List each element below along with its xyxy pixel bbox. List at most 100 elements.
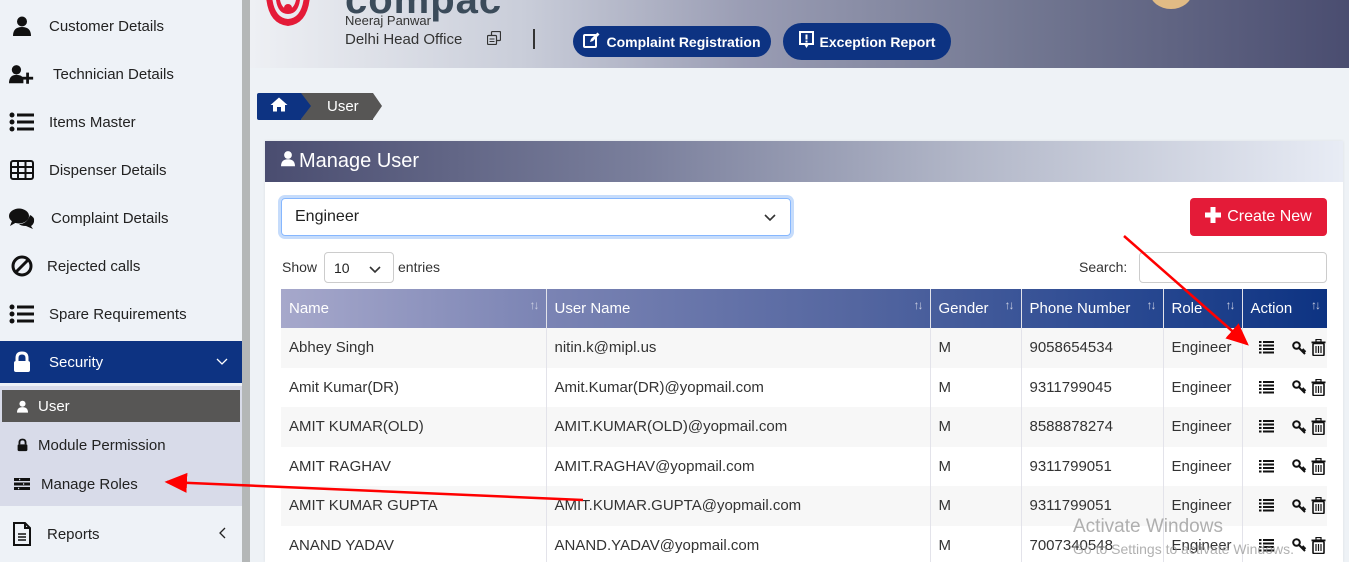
trash-icon[interactable]: [1311, 457, 1326, 475]
sort-icon: ↑↓: [1146, 298, 1157, 312]
lock-icon: [9, 351, 35, 373]
cell-gender: M: [930, 407, 1022, 447]
key-icon[interactable]: [1291, 340, 1307, 355]
cell-username: AMIT.KUMAR.GUPTA@yopmail.com: [546, 486, 931, 526]
trash-icon[interactable]: [1311, 418, 1326, 436]
submenu-item-module-permission[interactable]: Module Permission: [2, 429, 240, 461]
key-icon[interactable]: [1291, 459, 1307, 473]
sidebar-item-rejected-calls[interactable]: Rejected calls: [0, 242, 242, 290]
submenu-item-manage-roles[interactable]: Manage Roles: [2, 468, 240, 500]
key-icon[interactable]: [1291, 498, 1307, 513]
trash-icon[interactable]: [1311, 339, 1326, 357]
cell-name: Amit Kumar(DR): [281, 367, 547, 407]
trash-icon[interactable]: [1311, 378, 1326, 396]
table-row: Abhey Singh nitin.k@mipl.us M 9058654534 Eng…: [281, 328, 1327, 368]
avatar[interactable]: [1150, 0, 1192, 9]
list-icon[interactable]: [1258, 380, 1274, 394]
sidebar-item-customer-details[interactable]: Customer Details: [0, 2, 242, 50]
cell-role: Engineer: [1163, 328, 1243, 368]
sort-icon: ↑↓: [1004, 298, 1015, 312]
sidebar-item-label: Spare Requirements: [49, 305, 187, 323]
sidebar-item-items-master[interactable]: Items Master: [0, 98, 242, 146]
user-icon: [9, 16, 35, 36]
sidebar-item-label: Items Master: [49, 113, 136, 131]
breadcrumb-current: User: [301, 93, 382, 120]
create-new-button[interactable]: Create New: [1190, 198, 1327, 236]
ban-icon: [9, 255, 35, 277]
cell-actions: [1242, 368, 1327, 408]
user-icon: [14, 400, 30, 413]
cell-gender: M: [930, 446, 1022, 486]
security-submenu: User Module Permission Manage Roles: [0, 386, 242, 506]
column-header-action[interactable]: Action ↑↓: [1242, 289, 1327, 328]
chevron-down-icon: [216, 355, 228, 369]
cell-username: ANAND.YADAV@yopmail.com: [546, 525, 931, 562]
manage-user-card: Manage User Engineer Create New Show 10 …: [265, 141, 1343, 562]
trash-icon[interactable]: [1311, 497, 1326, 515]
cell-actions: [1242, 328, 1327, 368]
list-icon[interactable]: [1258, 341, 1274, 354]
page-title: Manage User: [299, 150, 420, 172]
entries-label: entries: [398, 259, 441, 275]
list-icon: [9, 304, 35, 324]
page-length-select[interactable]: 10: [324, 252, 394, 283]
sidebar-item-reports[interactable]: Reports: [0, 510, 242, 558]
exception-report-button[interactable]: Exception Report: [783, 23, 951, 60]
submenu-item-user[interactable]: User: [2, 390, 240, 422]
sidebar: Customer Details Technician Details Item…: [0, 0, 242, 562]
key-icon[interactable]: [1291, 380, 1307, 394]
cell-username: AMIT.KUMAR(OLD)@yopmail.com: [546, 407, 931, 447]
column-header-name[interactable]: Name ↑↓: [281, 289, 547, 328]
list-icon[interactable]: [1258, 459, 1274, 473]
user-icon: [281, 150, 295, 173]
cell-phone: 9311799051: [1021, 446, 1164, 486]
column-header-gender[interactable]: Gender ↑↓: [930, 289, 1022, 328]
lock-icon: [14, 438, 30, 452]
table-icon: [9, 160, 35, 180]
home-icon: [270, 97, 288, 117]
sidebar-item-label: Complaint Details: [51, 209, 169, 227]
sidebar-item-label: Reports: [47, 525, 100, 543]
sidebar-item-label: Customer Details: [49, 17, 165, 35]
file-icon: [9, 522, 35, 546]
trash-icon[interactable]: [1311, 536, 1326, 554]
column-header-role[interactable]: Role ↑↓: [1163, 289, 1243, 328]
sidebar-item-spare-requirements[interactable]: Spare Requirements: [0, 290, 242, 338]
cell-phone: 8588878274: [1021, 407, 1164, 447]
switch-office-icon[interactable]: [487, 31, 501, 45]
search-input[interactable]: [1139, 252, 1327, 283]
key-icon[interactable]: [1291, 419, 1307, 434]
cell-name: ANAND YADAV: [281, 525, 547, 562]
cell-username: Amit.Kumar(DR)@yopmail.com: [546, 367, 931, 407]
list-icon[interactable]: [1258, 420, 1274, 433]
column-header-username[interactable]: User Name ↑↓: [546, 289, 931, 328]
complaint-registration-button[interactable]: Complaint Registration: [573, 26, 771, 57]
card-header: Manage User: [265, 141, 1343, 182]
comments-icon: [9, 207, 35, 229]
column-header-phone[interactable]: Phone Number ↑↓: [1021, 289, 1164, 328]
sort-icon: ↑↓: [913, 298, 924, 312]
user-name: Neeraj Panwar: [345, 13, 431, 28]
top-header: compac Neeraj Panwar Delhi Head Office C…: [250, 0, 1349, 68]
sidebar-item-complaint-details[interactable]: Complaint Details: [0, 194, 242, 242]
table-row: AMIT RAGHAV AMIT.RAGHAV@yopmail.com M 93117…: [281, 446, 1327, 487]
list-icon[interactable]: [1258, 499, 1274, 512]
sort-icon: ↑↓: [529, 298, 540, 312]
sort-icon: ↑↓: [1225, 298, 1236, 312]
sidebar-item-security[interactable]: Security: [0, 341, 242, 383]
sidebar-item-dispenser-details[interactable]: Dispenser Details: [0, 146, 242, 194]
role-filter-select[interactable]: Engineer: [281, 198, 791, 236]
complaint-registration-label: Complaint Registration: [606, 33, 761, 50]
cell-name: AMIT KUMAR(OLD): [281, 407, 547, 447]
search-label: Search:: [1079, 259, 1128, 275]
cell-role: Engineer: [1163, 446, 1243, 486]
header-divider: [533, 29, 535, 49]
cell-username: nitin.k@mipl.us: [546, 328, 931, 368]
breadcrumb-home[interactable]: [257, 93, 311, 120]
cell-role: Engineer: [1163, 407, 1243, 447]
edit-icon: [583, 32, 600, 52]
sidebar-item-technician-details[interactable]: Technician Details: [0, 50, 242, 98]
sidebar-scrollbar[interactable]: [242, 0, 250, 562]
cell-actions: [1242, 447, 1327, 487]
cell-gender: M: [930, 486, 1022, 526]
